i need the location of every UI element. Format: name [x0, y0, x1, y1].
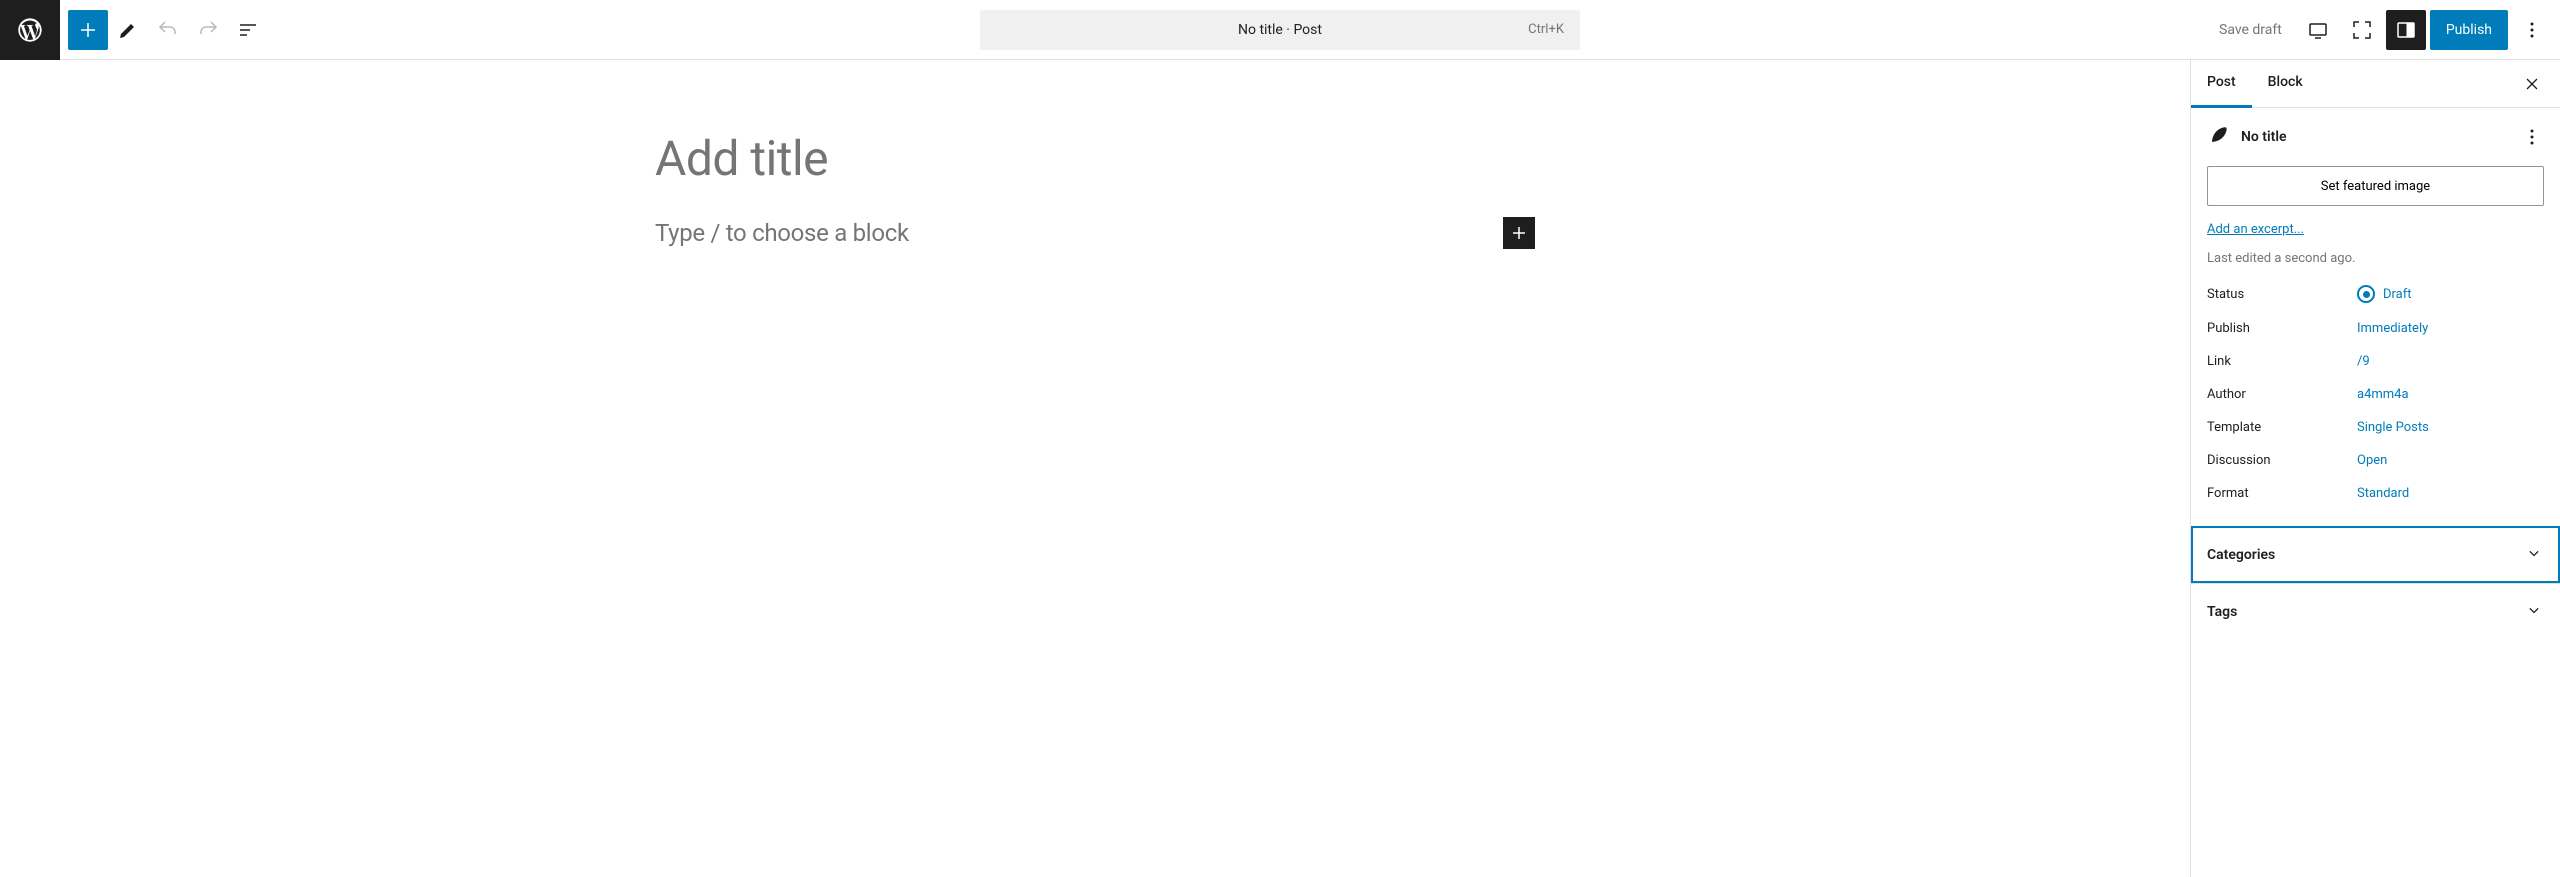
summary-publish[interactable]: Publish Immediately [2207, 312, 2544, 345]
categories-panel[interactable]: Categories [2191, 526, 2560, 583]
save-draft-button[interactable]: Save draft [2207, 10, 2294, 50]
wordpress-logo[interactable] [0, 0, 60, 60]
tab-block[interactable]: Block [2252, 60, 2319, 108]
chevron-down-icon [2524, 600, 2544, 624]
fullscreen-button[interactable] [2342, 10, 2382, 50]
set-featured-image-button[interactable]: Set featured image [2207, 166, 2544, 206]
options-button[interactable] [2512, 10, 2552, 50]
summary-author[interactable]: Author a4mm4a [2207, 378, 2544, 411]
settings-sidebar-toggle[interactable] [2386, 10, 2426, 50]
post-title-input[interactable] [655, 130, 1535, 187]
summary-link[interactable]: Link /9 [2207, 345, 2544, 378]
redo-button[interactable] [188, 10, 228, 50]
summary-discussion[interactable]: Discussion Open [2207, 444, 2544, 477]
tools-button[interactable] [108, 10, 148, 50]
undo-button[interactable] [148, 10, 188, 50]
editor-canvas[interactable]: Type / to choose a block [0, 60, 2190, 877]
last-edited-text: Last edited a second ago. [2207, 251, 2544, 266]
summary-format[interactable]: Format Standard [2207, 477, 2544, 510]
document-title: No title · Post [1238, 22, 1322, 38]
panel-title: No title [2241, 129, 2508, 145]
block-appender-prompt[interactable]: Type / to choose a block [655, 219, 1503, 247]
panel-actions-button[interactable] [2520, 125, 2544, 149]
document-overview-button[interactable] [228, 10, 268, 50]
publish-button[interactable]: Publish [2430, 10, 2508, 50]
close-settings-button[interactable] [2512, 64, 2552, 104]
block-inserter-button[interactable] [68, 10, 108, 50]
document-bar[interactable]: No title · Post Ctrl+K [980, 10, 1580, 50]
settings-sidebar: Post Block No title Set featured image A… [2190, 60, 2560, 877]
add-block-button[interactable] [1503, 217, 1535, 249]
summary-template[interactable]: Template Single Posts [2207, 411, 2544, 444]
tab-post[interactable]: Post [2191, 60, 2252, 108]
view-button[interactable] [2298, 10, 2338, 50]
chevron-down-icon [2524, 543, 2544, 567]
shortcut-hint: Ctrl+K [1528, 22, 1564, 37]
tags-panel[interactable]: Tags [2191, 583, 2560, 640]
summary-status[interactable]: Status Draft [2207, 276, 2544, 312]
feather-icon [2207, 124, 2229, 150]
draft-status-icon [2357, 285, 2375, 303]
add-excerpt-link[interactable]: Add an excerpt... [2207, 222, 2304, 237]
